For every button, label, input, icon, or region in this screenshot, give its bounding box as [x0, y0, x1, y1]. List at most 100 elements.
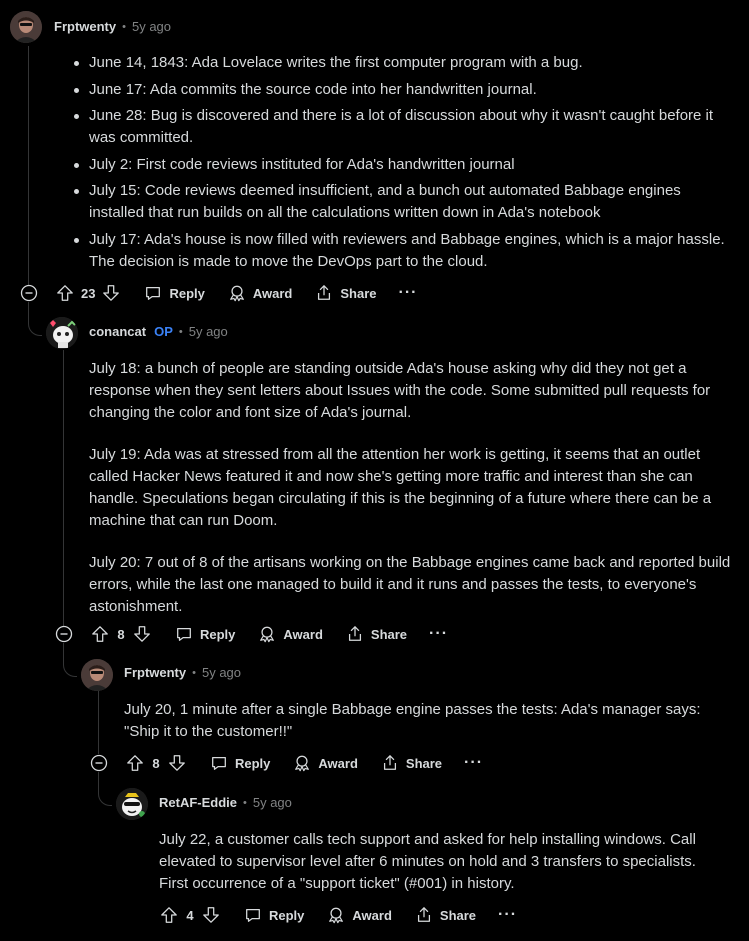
bullet-list: June 14, 1843: Ada Lovelace writes the f… — [70, 52, 730, 273]
award-icon — [227, 283, 247, 303]
award-label: Award — [352, 907, 392, 923]
downvote-icon[interactable] — [132, 624, 152, 644]
separator-dot: • — [192, 666, 196, 679]
reply-button[interactable]: Reply — [143, 283, 205, 303]
thread-line — [63, 350, 64, 626]
avatar[interactable] — [116, 788, 148, 820]
avatar-image — [10, 11, 42, 43]
share-icon — [380, 753, 400, 773]
list-item: June 17: Ada commits the source code int… — [70, 79, 730, 101]
avatar-image — [46, 317, 78, 349]
separator-dot: • — [122, 20, 126, 33]
action-bar: 8 Reply Award Share ··· — [89, 751, 483, 775]
award-button[interactable]: Award — [257, 624, 323, 644]
thread-connector — [98, 788, 112, 806]
downvote-icon[interactable] — [101, 283, 121, 303]
action-bar: 23 Reply Award Share ··· — [19, 281, 418, 305]
award-icon — [326, 905, 346, 925]
comment-body: July 20, 1 minute after a single Babbage… — [124, 699, 724, 743]
thread-connector — [28, 318, 42, 336]
reply-icon — [243, 905, 263, 925]
comment-meta: RetAF-Eddie • 5y ago — [159, 795, 292, 810]
paragraph: July 18: a bunch of people are standing … — [89, 360, 711, 421]
more-options-icon[interactable]: ··· — [498, 907, 517, 923]
award-label: Award — [252, 285, 293, 301]
award-label: Award — [318, 755, 358, 771]
reply-label: Reply — [200, 626, 236, 642]
timestamp[interactable]: 5y ago — [253, 795, 292, 810]
award-label: Award — [283, 626, 323, 642]
share-label: Share — [439, 907, 477, 923]
vote-score: 4 — [186, 907, 194, 923]
vote-score: 8 — [152, 755, 160, 771]
vote-score: 23 — [81, 285, 96, 301]
vote-group: 4 — [159, 905, 221, 925]
timestamp[interactable]: 5y ago — [132, 19, 171, 34]
comment-body: July 18: a bunch of people are standing … — [89, 358, 734, 638]
reply-button[interactable]: Reply — [174, 624, 235, 644]
thread-line — [98, 690, 99, 754]
comment-meta: conancat OP • 5y ago — [89, 324, 228, 339]
comment-body: July 22, a customer calls tech support a… — [159, 829, 729, 895]
paragraph: July 20, 1 minute after a single Babbage… — [124, 701, 701, 740]
share-button[interactable]: Share — [380, 753, 442, 773]
avatar-image — [81, 659, 113, 691]
downvote-icon[interactable] — [201, 905, 221, 925]
upvote-icon[interactable] — [90, 624, 110, 644]
share-icon — [345, 624, 365, 644]
action-bar: 8 Reply Award Share ··· — [54, 622, 448, 646]
list-item: July 2: First code reviews instituted fo… — [70, 154, 730, 176]
upvote-icon[interactable] — [125, 753, 145, 773]
separator-dot: • — [178, 325, 183, 338]
thread-line — [28, 46, 29, 286]
avatar[interactable] — [81, 659, 113, 691]
share-button[interactable]: Share — [345, 624, 407, 644]
reply-icon — [174, 624, 194, 644]
share-label: Share — [340, 285, 377, 301]
upvote-icon[interactable] — [159, 905, 179, 925]
avatar[interactable] — [10, 11, 42, 43]
more-options-icon[interactable]: ··· — [429, 626, 448, 642]
paragraph: July 22, a customer calls tech support a… — [159, 831, 696, 892]
list-item: July 17: Ada's house is now filled with … — [70, 229, 730, 273]
upvote-icon[interactable] — [55, 283, 75, 303]
reply-label: Reply — [235, 755, 271, 771]
list-item: June 14, 1843: Ada Lovelace writes the f… — [70, 52, 730, 74]
paragraph: July 20: 7 out of 8 of the artisans work… — [89, 554, 731, 615]
author-link[interactable]: Frptwenty — [54, 19, 116, 34]
collapse-icon[interactable] — [54, 624, 74, 644]
list-item: June 28: Bug is discovered and there is … — [70, 105, 730, 149]
downvote-icon[interactable] — [167, 753, 187, 773]
comment-meta: Frptwenty • 5y ago — [124, 665, 241, 680]
author-link[interactable]: conancat — [89, 324, 146, 339]
share-button[interactable]: Share — [314, 283, 377, 303]
author-link[interactable]: RetAF-Eddie — [159, 795, 237, 810]
thread-connector — [63, 659, 77, 677]
author-link[interactable]: Frptwenty — [124, 665, 186, 680]
more-options-icon[interactable]: ··· — [399, 285, 418, 301]
vote-group: 23 — [55, 283, 121, 303]
reply-icon — [209, 753, 229, 773]
list-item: July 15: Code reviews deemed insufficien… — [70, 180, 730, 224]
share-label: Share — [405, 755, 443, 771]
vote-score: 8 — [117, 626, 125, 642]
paragraph: July 19: Ada was at stressed from all th… — [89, 446, 712, 529]
avatar-image — [116, 788, 148, 820]
timestamp[interactable]: 5y ago — [202, 665, 241, 680]
reply-button[interactable]: Reply — [209, 753, 270, 773]
share-button[interactable]: Share — [414, 905, 476, 925]
award-icon — [257, 624, 277, 644]
avatar[interactable] — [46, 317, 78, 349]
action-bar: 4 Reply Award Share ··· — [143, 903, 517, 927]
timestamp[interactable]: 5y ago — [189, 324, 228, 339]
award-button[interactable]: Award — [227, 283, 293, 303]
collapse-icon[interactable] — [19, 283, 39, 303]
more-options-icon[interactable]: ··· — [464, 755, 483, 771]
award-button[interactable]: Award — [326, 905, 392, 925]
collapse-icon[interactable] — [89, 753, 109, 773]
reply-icon — [143, 283, 163, 303]
reply-button[interactable]: Reply — [243, 905, 304, 925]
award-button[interactable]: Award — [292, 753, 358, 773]
separator-dot: • — [243, 796, 247, 809]
share-label: Share — [370, 626, 408, 642]
